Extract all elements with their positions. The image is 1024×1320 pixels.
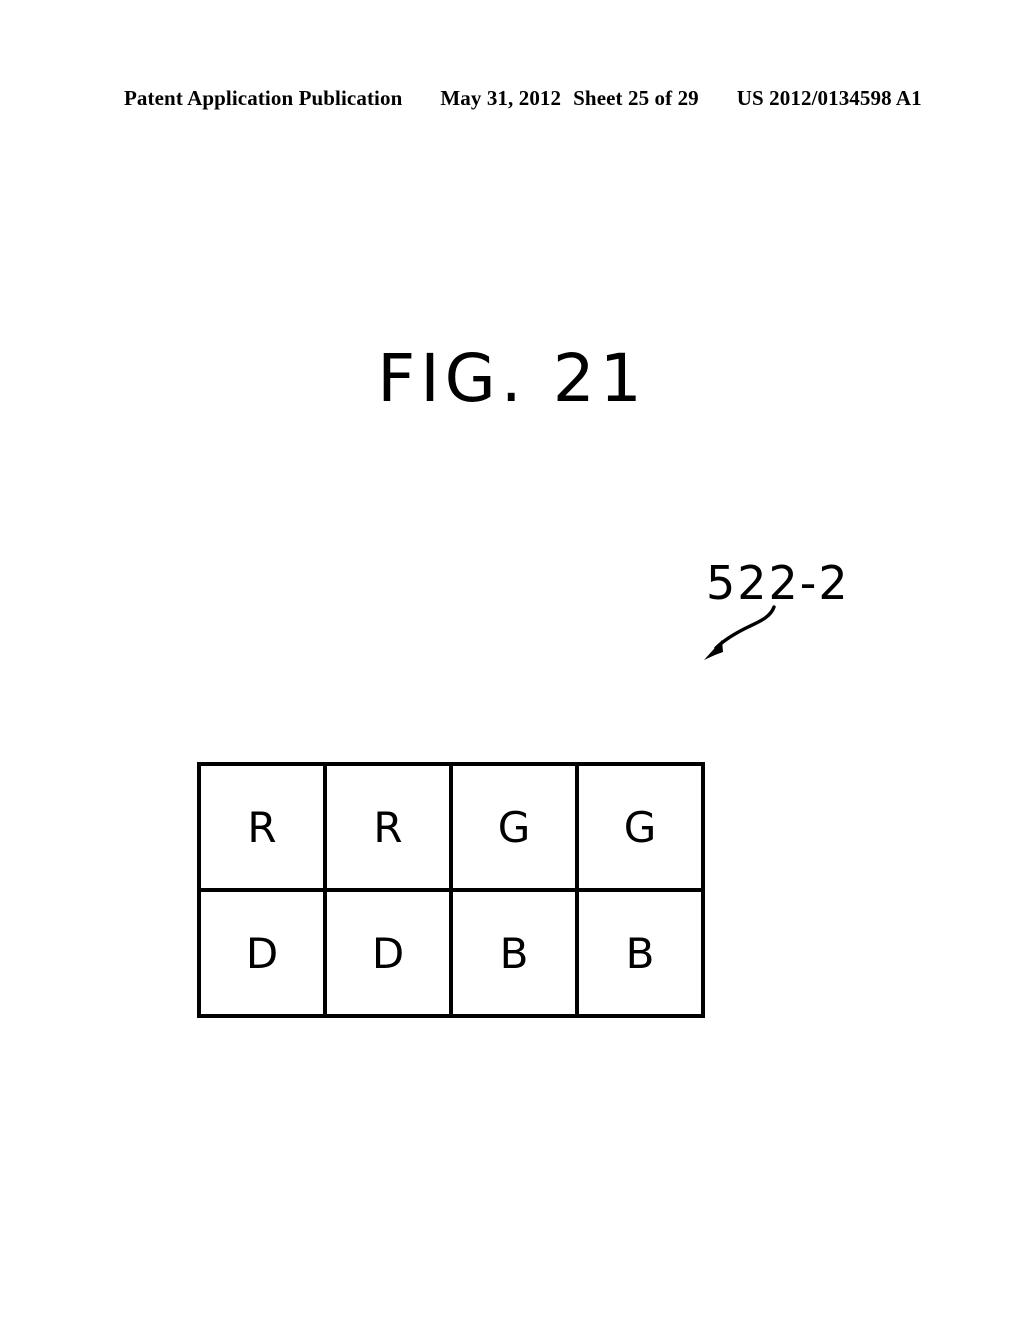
table-row: R R G G <box>201 766 701 888</box>
grid-cell-r1c1: D <box>323 892 449 1014</box>
grid-cell-r1c2: B <box>449 892 575 1014</box>
header-document-number-label: US 2012/0134598 A1 <box>736 86 922 110</box>
figure-title: FIG. 21 <box>377 340 647 417</box>
grid-cell-r1c0: D <box>245 928 279 978</box>
grid-cell-r0c1: R <box>323 766 449 888</box>
page-header: Patent Application Publication May 31, 2… <box>124 86 922 114</box>
table-row: D D B B <box>201 888 701 1014</box>
leader-arrow-icon <box>704 605 776 660</box>
header-date-label: May 31, 2012 <box>440 86 562 110</box>
header-sheet-label: Sheet 25 of 29 <box>573 86 699 110</box>
header-publication-label: Patent Application Publication <box>124 86 403 110</box>
grid-cell-r0c2: G <box>449 766 575 888</box>
grid-cell-r0c3: G <box>575 766 701 888</box>
grid-cell-r1c3: B <box>575 892 701 1014</box>
pixel-grid-table: R R G G D D B B <box>197 762 705 1018</box>
grid-cell-r0c0: R <box>247 802 277 852</box>
